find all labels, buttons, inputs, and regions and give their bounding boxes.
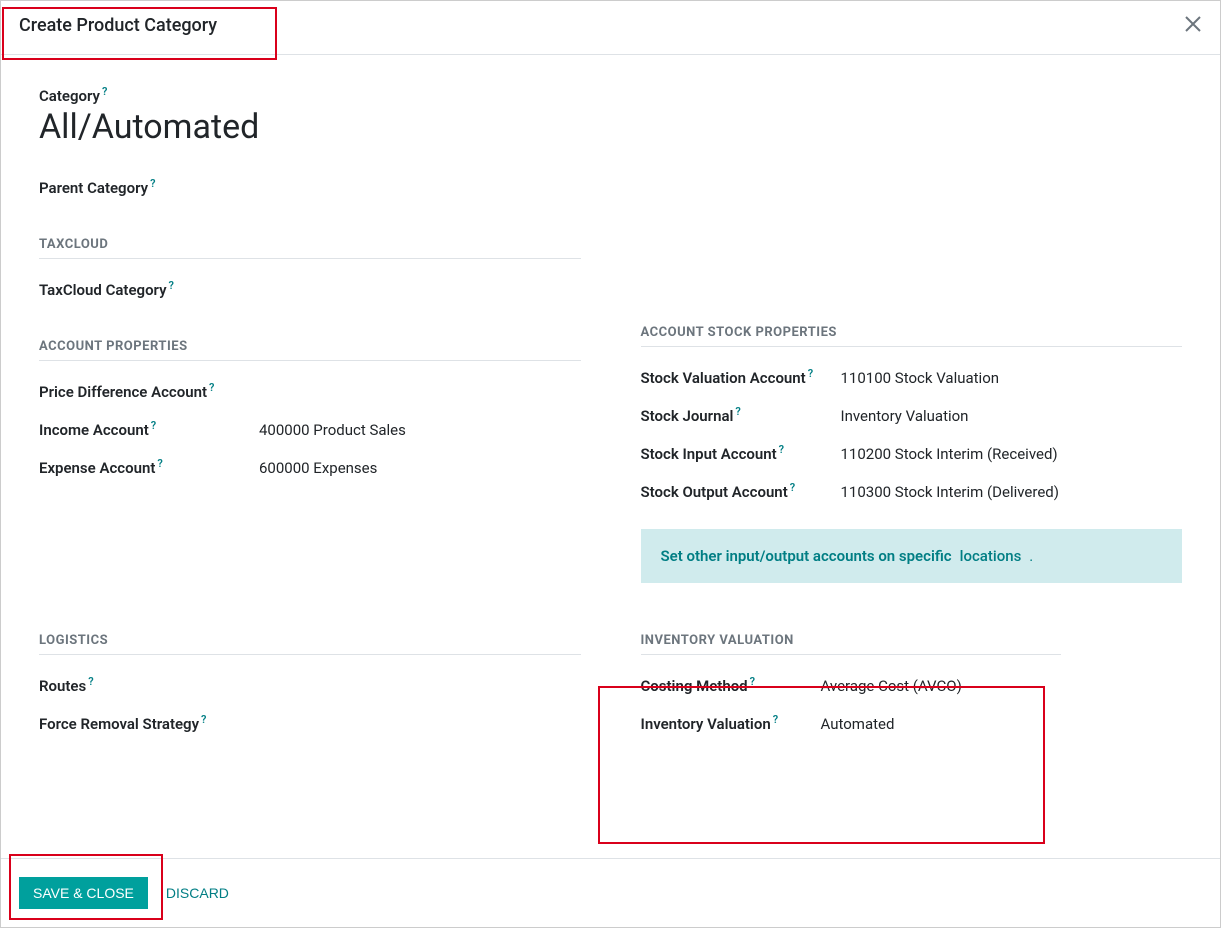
income-account-row: Income Account? 400000 Product Sales [39, 419, 581, 439]
stock-output-label: Stock Output Account [641, 483, 788, 501]
income-account-value[interactable]: 400000 Product Sales [259, 421, 406, 439]
expense-account-value[interactable]: 600000 Expenses [259, 459, 377, 477]
stock-journal-row: Stock Journal? Inventory Valuation [641, 405, 1183, 425]
expense-account-label: Expense Account [39, 459, 155, 477]
stock-journal-label: Stock Journal [641, 407, 734, 425]
category-name[interactable]: All/Automated [39, 107, 1182, 147]
taxcloud-category-label: TaxCloud Category [39, 281, 167, 299]
close-icon[interactable] [1184, 15, 1202, 36]
help-icon[interactable]: ? [157, 457, 162, 470]
help-icon[interactable]: ? [808, 367, 813, 380]
info-box: Set other input/output accounts on speci… [641, 529, 1183, 583]
force-removal-row: Force Removal Strategy? [39, 713, 581, 733]
modal-header: Create Product Category [1, 1, 1220, 55]
info-text: Set other input/output accounts on speci… [661, 547, 952, 565]
costing-method-label: Costing Method [641, 677, 748, 695]
routes-label: Routes [39, 677, 86, 695]
stock-output-row: Stock Output Account? 110300 Stock Inter… [641, 481, 1183, 501]
help-icon[interactable]: ? [151, 419, 156, 432]
help-icon[interactable]: ? [169, 279, 174, 292]
section-title: LOGISTICS [39, 633, 581, 655]
create-product-category-modal: Create Product Category Category? All/Au… [0, 0, 1221, 928]
inventory-valuation-label: Inventory Valuation [641, 715, 771, 733]
right-column: ACCOUNT STOCK PROPERTIES Stock Valuation… [641, 237, 1183, 583]
price-diff-label: Price Difference Account [39, 383, 207, 401]
help-icon[interactable]: ? [750, 675, 755, 688]
inventory-valuation-value[interactable]: Automated [821, 715, 895, 733]
logistics-section: LOGISTICS Routes? Force Removal Strategy… [39, 633, 581, 751]
routes-row: Routes? [39, 675, 581, 695]
stock-valuation-label: Stock Valuation Account [641, 369, 806, 387]
category-label: Category? [39, 85, 1182, 105]
account-stock-section: ACCOUNT STOCK PROPERTIES Stock Valuation… [641, 325, 1183, 583]
modal-body: Category? All/Automated Parent Category?… [1, 55, 1220, 858]
stock-valuation-value[interactable]: 110100 Stock Valuation [841, 369, 1000, 387]
expense-account-row: Expense Account? 600000 Expenses [39, 457, 581, 477]
parent-category-label: Parent Category [39, 179, 148, 197]
stock-input-label: Stock Input Account [641, 445, 777, 463]
account-properties-section: ACCOUNT PROPERTIES Price Difference Acco… [39, 339, 581, 477]
section-title: ACCOUNT PROPERTIES [39, 339, 581, 361]
help-icon[interactable]: ? [735, 405, 740, 418]
help-icon[interactable]: ? [209, 381, 214, 394]
modal-footer: SAVE & CLOSE DISCARD [1, 858, 1220, 927]
taxcloud-section: TAXCLOUD TaxCloud Category? [39, 237, 581, 299]
stock-output-value[interactable]: 110300 Stock Interim (Delivered) [841, 483, 1059, 501]
stock-journal-value[interactable]: Inventory Valuation [841, 407, 969, 425]
locations-link[interactable]: locations [960, 547, 1022, 565]
save-close-button[interactable]: SAVE & CLOSE [19, 877, 148, 909]
category-label-text: Category [39, 87, 100, 105]
section-title: ACCOUNT STOCK PROPERTIES [641, 325, 1183, 347]
discard-button[interactable]: DISCARD [166, 885, 229, 901]
help-icon[interactable]: ? [773, 713, 778, 726]
taxcloud-category-row: TaxCloud Category? [39, 279, 581, 299]
force-removal-label: Force Removal Strategy [39, 715, 199, 733]
inventory-valuation-section: INVENTORY VALUATION Costing Method? Aver… [641, 633, 1183, 751]
help-icon[interactable]: ? [88, 675, 93, 688]
section-title: INVENTORY VALUATION [641, 633, 1061, 655]
stock-valuation-row: Stock Valuation Account? 110100 Stock Va… [641, 367, 1183, 387]
modal-title: Create Product Category [19, 15, 217, 36]
inventory-valuation-row: Inventory Valuation? Automated [641, 713, 1183, 733]
stock-input-row: Stock Input Account? 110200 Stock Interi… [641, 443, 1183, 463]
stock-input-value[interactable]: 110200 Stock Interim (Received) [841, 445, 1058, 463]
parent-category-row: Parent Category? [39, 177, 1182, 197]
left-column: TAXCLOUD TaxCloud Category? ACCOUNT PROP… [39, 237, 581, 583]
costing-method-value[interactable]: Average Cost (AVCO) [821, 677, 962, 695]
help-icon[interactable]: ? [201, 713, 206, 726]
info-dot: . [1029, 547, 1033, 565]
income-account-label: Income Account [39, 421, 149, 439]
help-icon[interactable]: ? [102, 85, 107, 98]
price-diff-row: Price Difference Account? [39, 381, 581, 401]
section-title: TAXCLOUD [39, 237, 581, 259]
costing-method-row: Costing Method? Average Cost (AVCO) [641, 675, 1183, 695]
help-icon[interactable]: ? [150, 177, 155, 190]
help-icon[interactable]: ? [790, 481, 795, 494]
help-icon[interactable]: ? [779, 443, 784, 456]
